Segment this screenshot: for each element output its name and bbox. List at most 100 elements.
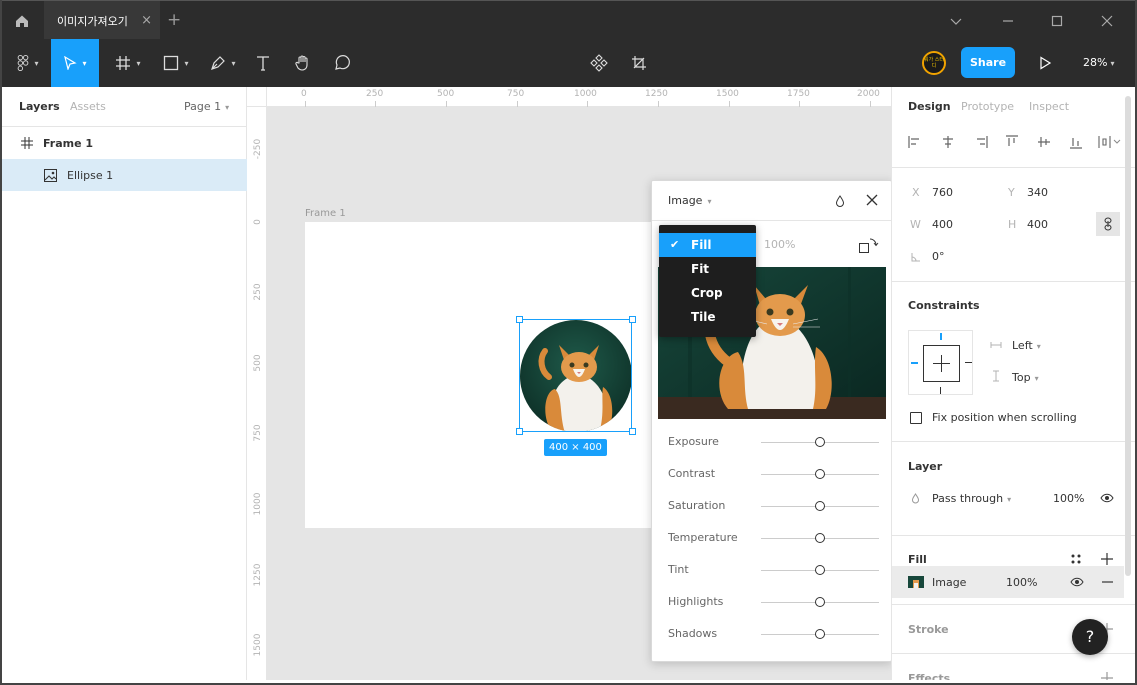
constraints-widget[interactable]: [908, 330, 973, 395]
styles-grid-icon[interactable]: [1070, 553, 1082, 565]
chevron-down-icon: ▾: [1110, 59, 1115, 68]
layer-row-frame[interactable]: Frame 1: [2, 127, 247, 159]
constrain-proportions-button[interactable]: [1096, 212, 1120, 236]
align-top-icon[interactable]: [1005, 135, 1019, 149]
menu-item-tile[interactable]: Tile: [659, 305, 756, 329]
remove-fill-icon[interactable]: [1102, 581, 1113, 583]
distribute-icon[interactable]: [1098, 135, 1122, 149]
comment-tool-button[interactable]: [329, 39, 355, 87]
fill-type-dropdown[interactable]: Image ▾: [668, 194, 711, 207]
constraint-right-indicator[interactable]: [965, 362, 972, 363]
image-opacity[interactable]: 100%: [764, 238, 795, 251]
x-input[interactable]: 760: [932, 186, 953, 199]
align-bottom-icon[interactable]: [1069, 135, 1083, 149]
menu-item-crop[interactable]: Crop: [659, 281, 756, 305]
share-button[interactable]: Share: [961, 47, 1015, 78]
constraints-title: Constraints: [908, 299, 980, 312]
component-button[interactable]: [586, 39, 612, 87]
adjustment-slider-knob[interactable]: [815, 597, 825, 607]
adjustment-row: Highlights: [668, 592, 883, 612]
adjustment-slider-knob[interactable]: [815, 437, 825, 447]
blend-mode-select[interactable]: Pass through ▾: [932, 492, 1011, 505]
constraint-left-indicator[interactable]: [911, 362, 918, 364]
tab-layers[interactable]: Layers: [19, 100, 60, 113]
main-menu-button[interactable]: ▾: [8, 39, 48, 87]
fill-opacity-input[interactable]: 100%: [1006, 576, 1037, 589]
maximize-icon[interactable]: [1051, 15, 1063, 27]
ruler-tick: [587, 101, 588, 107]
height-input[interactable]: 400: [1027, 218, 1048, 231]
hand-icon: [295, 55, 308, 71]
file-tab[interactable]: 이미지가져오기 ×: [44, 1, 160, 41]
drop-icon[interactable]: [835, 195, 845, 207]
fix-position-checkbox[interactable]: [910, 412, 922, 424]
shape-tool-button[interactable]: ▾: [156, 39, 196, 87]
align-vertical-center-icon[interactable]: [1037, 135, 1051, 149]
chevron-down-icon[interactable]: [950, 15, 962, 27]
pen-tool-button[interactable]: ▾: [203, 39, 243, 87]
avatar[interactable]: 워가 스터디: [922, 51, 946, 75]
adjustment-slider-knob[interactable]: [815, 629, 825, 639]
tab-inspect[interactable]: Inspect: [1029, 100, 1069, 113]
adjustment-slider-knob[interactable]: [815, 565, 825, 575]
design-panel-scrollbar[interactable]: [1125, 96, 1131, 576]
fill-row[interactable]: Image 100%: [892, 566, 1124, 598]
eye-icon[interactable]: [1070, 577, 1084, 587]
home-button[interactable]: [0, 1, 44, 41]
help-button[interactable]: ?: [1072, 619, 1108, 655]
zoom-control[interactable]: 28% ▾: [1083, 56, 1114, 69]
layer-opacity-input[interactable]: 100%: [1053, 492, 1084, 505]
adjustment-row: Temperature: [668, 528, 883, 548]
constraint-top-indicator[interactable]: [940, 333, 942, 340]
adjustment-slider-knob[interactable]: [815, 501, 825, 511]
move-tool-button[interactable]: ▾: [51, 39, 99, 87]
resize-handle[interactable]: [629, 316, 636, 323]
constraint-bottom-indicator[interactable]: [940, 387, 941, 394]
layer-row-ellipse[interactable]: Ellipse 1: [2, 159, 247, 191]
ruler-label: 1000: [574, 89, 597, 99]
align-left-icon[interactable]: [908, 135, 922, 149]
adjustment-slider-knob[interactable]: [815, 533, 825, 543]
ruler-label: -250: [253, 138, 263, 160]
page-selector[interactable]: Page 1 ▾: [184, 100, 229, 113]
width-input[interactable]: 400: [932, 218, 953, 231]
ruler-label: 1500: [716, 89, 739, 99]
menu-item-fit[interactable]: Fit: [659, 257, 756, 281]
adjustment-label: Shadows: [668, 627, 718, 640]
horizontal-constraint-select[interactable]: Left ▾: [1012, 339, 1041, 352]
tab-design[interactable]: Design: [908, 100, 951, 113]
resize-handle[interactable]: [516, 428, 523, 435]
align-right-icon[interactable]: [974, 135, 988, 149]
adjustment-slider-knob[interactable]: [815, 469, 825, 479]
add-effect-icon[interactable]: [1101, 672, 1113, 680]
resize-handle[interactable]: [516, 316, 523, 323]
crop-button[interactable]: [626, 39, 652, 87]
frame-tool-button[interactable]: ▾: [108, 39, 148, 87]
minimize-icon[interactable]: [1002, 15, 1014, 27]
adjustment-label: Highlights: [668, 595, 724, 608]
tab-prototype[interactable]: Prototype: [961, 100, 1014, 113]
text-tool-button[interactable]: [250, 39, 276, 87]
tab-assets[interactable]: Assets: [70, 100, 106, 113]
close-tab-icon[interactable]: ×: [141, 13, 152, 28]
close-icon[interactable]: [866, 194, 878, 206]
menu-item-fill[interactable]: ✔ Fill: [659, 233, 756, 257]
add-fill-icon[interactable]: [1101, 553, 1113, 565]
image-icon: [44, 168, 57, 182]
frame-label[interactable]: Frame 1: [305, 208, 346, 219]
vertical-constraint-select[interactable]: Top ▾: [1012, 371, 1039, 384]
checkmark-icon: ✔: [670, 238, 680, 251]
new-tab-button[interactable]: +: [167, 10, 181, 30]
resize-handle[interactable]: [629, 428, 636, 435]
menu-item-label: Tile: [691, 310, 716, 324]
present-play-icon[interactable]: [1038, 56, 1052, 70]
hand-tool-button[interactable]: [290, 39, 316, 87]
align-horizontal-center-icon[interactable]: [941, 135, 955, 149]
image-fill-thumbnail[interactable]: [908, 576, 924, 588]
ruler-tick: [729, 101, 730, 107]
y-input[interactable]: 340: [1027, 186, 1048, 199]
rotation-input[interactable]: 0°: [932, 250, 945, 263]
close-window-icon[interactable]: [1101, 15, 1113, 27]
rotate-icon[interactable]: [858, 236, 880, 254]
eye-icon[interactable]: [1100, 493, 1114, 503]
